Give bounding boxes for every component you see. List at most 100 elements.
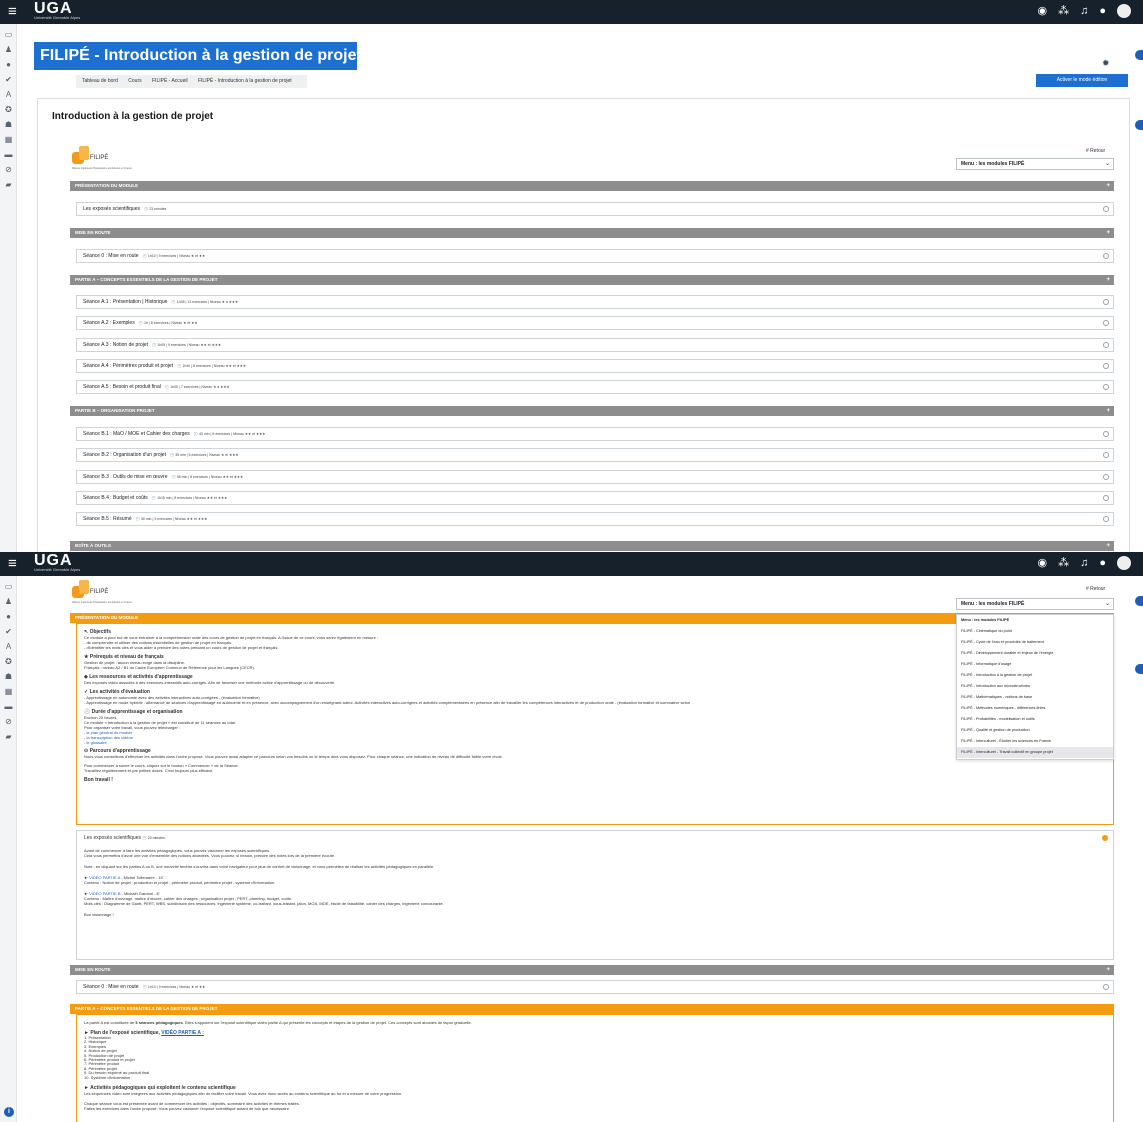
hamburger-menu-icon[interactable]: ≡ bbox=[8, 4, 17, 20]
block-drawer-icon[interactable] bbox=[1135, 664, 1143, 674]
activity-row[interactable]: Séance B.5 : Résumé 🕘 30 min | 3 exercice… bbox=[76, 512, 1114, 527]
completion-icon[interactable] bbox=[1103, 253, 1109, 259]
breadcrumb-item[interactable]: Cours bbox=[128, 78, 141, 84]
section-header[interactable]: PARTIE B – ORGANISATION PROJET + bbox=[70, 406, 1114, 416]
drawer-toggle-icon[interactable] bbox=[1135, 596, 1143, 606]
activity-row[interactable]: Séance B.2 : Organisation d'un projet 🕘 3… bbox=[76, 448, 1114, 463]
badge-icon[interactable]: ✪ bbox=[0, 106, 17, 114]
activity-title[interactable]: Séance B.4 : Budget et coûts bbox=[83, 495, 148, 501]
expand-icon[interactable]: + bbox=[1106, 541, 1110, 551]
users-icon[interactable]: ♟ bbox=[0, 46, 17, 54]
dropdown-option[interactable]: FILIPÉ - Introduction à la gestion de pr… bbox=[957, 670, 1113, 681]
completion-icon[interactable] bbox=[1103, 320, 1109, 327]
activity-title[interactable]: Les exposés scientifiques bbox=[83, 206, 140, 212]
activity-title[interactable]: Séance B.2 : Organisation d'un projet bbox=[83, 452, 166, 458]
expand-icon[interactable]: + bbox=[1106, 228, 1110, 238]
activity-title[interactable]: Séance B.5 : Résumé bbox=[83, 516, 132, 522]
breadcrumb-item[interactable]: FILIPÉ - Accueil bbox=[152, 78, 188, 84]
avatar[interactable] bbox=[1117, 4, 1131, 18]
activity-title[interactable]: Séance 0 : Mise en route bbox=[83, 253, 139, 259]
dropdown-option[interactable]: FILIPÉ - Introduction aux microstructure… bbox=[957, 681, 1113, 692]
activity-title[interactable]: Séance B.1 : MàO / MOE et Cahier des cha… bbox=[83, 431, 190, 437]
activity-title[interactable]: Séance A.3 : Notion de projet bbox=[83, 342, 148, 348]
info-icon[interactable]: i bbox=[4, 1107, 14, 1117]
expand-icon[interactable]: + bbox=[1106, 181, 1110, 191]
activity-row[interactable]: Séance A.4 : Périmètres produit et proje… bbox=[76, 358, 1114, 373]
drawer-toggle-icon[interactable] bbox=[1135, 50, 1143, 60]
section-header-partie-a[interactable]: PARTIE A – CONCEPTS ESSENTIELS DE LA GES… bbox=[70, 1004, 1114, 1014]
network-icon[interactable]: ⁂ bbox=[1058, 556, 1069, 570]
letter-icon[interactable]: A bbox=[0, 91, 17, 99]
section-header[interactable]: PRÉSENTATION DU MODULE + bbox=[70, 181, 1114, 191]
activity-row[interactable]: Séance 0 : Mise en route 🕘 1h10 | 9 exerc… bbox=[76, 249, 1114, 263]
globe-icon[interactable]: ◉ bbox=[1037, 556, 1047, 570]
activity-row[interactable]: Séance B.3 : Outils de mise en œuvre 🕘 55… bbox=[76, 469, 1114, 484]
calendar-icon[interactable]: ▦ bbox=[0, 688, 17, 696]
activity-row[interactable]: Séance A.5 : Besoin et produit final 🕘 1h… bbox=[76, 380, 1114, 395]
activity-title[interactable]: Séance B.3 : Outils de mise en œuvre bbox=[83, 474, 167, 480]
box-icon[interactable]: ▬ bbox=[0, 151, 17, 159]
completion-icon[interactable] bbox=[1100, 833, 1110, 843]
completion-icon[interactable] bbox=[1103, 384, 1109, 391]
completion-icon[interactable] bbox=[1103, 516, 1109, 523]
section-header[interactable]: BOÎTE À OUTILS + bbox=[70, 541, 1114, 551]
completion-icon[interactable] bbox=[1103, 299, 1109, 305]
dropdown-option[interactable]: FILIPÉ - Interculturel - Étudier les sci… bbox=[957, 736, 1113, 747]
folder2-icon[interactable]: ▰ bbox=[0, 733, 17, 741]
completion-icon[interactable] bbox=[1103, 452, 1109, 459]
users-icon[interactable]: ♟ bbox=[0, 598, 17, 606]
edit-mode-button[interactable]: Activer le mode édition bbox=[1036, 74, 1128, 87]
check-icon[interactable]: ✔ bbox=[0, 628, 17, 636]
breadcrumb-item[interactable]: Tableau de bord bbox=[82, 78, 118, 84]
dropdown-option[interactable]: FILIPÉ - Méthodes numériques - différenc… bbox=[957, 703, 1113, 714]
dropdown-option[interactable]: FILIPÉ - Cinématique du point bbox=[957, 626, 1113, 637]
globe-icon[interactable]: ◉ bbox=[1037, 4, 1047, 18]
check-icon[interactable]: ✔ bbox=[0, 76, 17, 84]
folder-icon[interactable]: ▭ bbox=[0, 31, 17, 39]
dropdown-option[interactable]: Menu : les modules FILIPÉ bbox=[957, 615, 1113, 626]
graduation-icon[interactable]: ☗ bbox=[0, 121, 17, 129]
avatar[interactable] bbox=[1117, 556, 1131, 570]
activity-row[interactable]: Séance A.1 : Présentation | Historique 🕘 … bbox=[76, 295, 1114, 309]
section-header[interactable]: MISE EN ROUTE + bbox=[70, 228, 1114, 238]
folder-icon[interactable]: ▭ bbox=[0, 583, 17, 591]
completion-icon[interactable] bbox=[1103, 206, 1109, 212]
activity-row[interactable]: Séance 0 : Mise en route 🕘 1h10 | 9 exerc… bbox=[76, 980, 1114, 994]
activity-title[interactable]: Séance A.5 : Besoin et produit final bbox=[83, 384, 161, 390]
chat-icon[interactable]: ● bbox=[1099, 556, 1106, 570]
expand-icon[interactable]: + bbox=[1106, 406, 1110, 416]
dropdown-option[interactable]: FILIPÉ - Mathématiques - notions de base bbox=[957, 692, 1113, 703]
activity-row[interactable]: Les exposés scientifiques 🕘 23 minutes bbox=[76, 202, 1114, 216]
completion-icon[interactable] bbox=[1103, 431, 1109, 437]
completion-icon[interactable] bbox=[1103, 494, 1109, 501]
completion-icon[interactable] bbox=[1103, 341, 1109, 348]
block-drawer-icon[interactable] bbox=[1135, 120, 1143, 130]
box-icon[interactable]: ▬ bbox=[0, 703, 17, 711]
completion-icon[interactable] bbox=[1103, 362, 1109, 369]
activity-row[interactable]: Séance B.1 : MàO / MOE et Cahier des cha… bbox=[76, 427, 1114, 441]
dot-icon[interactable]: ● bbox=[0, 613, 17, 621]
activity-row[interactable]: Séance A.2 : Exemples 🕘 1h | 8 exercices … bbox=[76, 316, 1114, 331]
dropdown-option[interactable]: FILIPÉ - Probabilités - modélisation et … bbox=[957, 714, 1113, 725]
hamburger-menu-icon[interactable]: ≡ bbox=[8, 556, 17, 572]
activity-title[interactable]: Séance A.2 : Exemples bbox=[83, 320, 135, 326]
activity-title[interactable]: Séance A.1 : Présentation | Historique bbox=[83, 299, 167, 305]
expand-icon[interactable]: + bbox=[1106, 275, 1110, 285]
modules-menu-select[interactable]: Menu : les modules FILIPÉ ⌄ bbox=[956, 598, 1114, 610]
graduation-icon[interactable]: ☗ bbox=[0, 673, 17, 681]
dropdown-option[interactable]: FILIPÉ - Développement durable et enjeux… bbox=[957, 648, 1113, 659]
dot-icon[interactable]: ● bbox=[0, 61, 17, 69]
dropdown-option[interactable]: FILIPÉ - Informatique d'usage bbox=[957, 659, 1113, 670]
gear-icon[interactable]: ✹ bbox=[1102, 58, 1110, 69]
clip-icon[interactable]: ⊘ bbox=[0, 166, 17, 174]
calendar-icon[interactable]: ▦ bbox=[0, 136, 17, 144]
modules-menu-select[interactable]: Menu : les modules FILIPÉ ⌄ bbox=[956, 158, 1114, 170]
activity-row[interactable]: Séance A.3 : Notion de projet 🕘 1h05 | 9 … bbox=[76, 337, 1114, 352]
badge-icon[interactable]: ✪ bbox=[0, 658, 17, 666]
activity-row[interactable]: Séance B.4 : Budget et coûts 🕘 1h15 min |… bbox=[76, 490, 1114, 505]
exposes-title[interactable]: Les exposés scientifiques 🕘 23 minutes bbox=[84, 834, 1104, 842]
back-link[interactable]: # Retour bbox=[1086, 148, 1105, 154]
letter-icon[interactable]: A bbox=[0, 643, 17, 651]
bell-icon[interactable]: ♫ bbox=[1080, 4, 1088, 18]
back-link[interactable]: # Retour bbox=[1086, 586, 1105, 592]
